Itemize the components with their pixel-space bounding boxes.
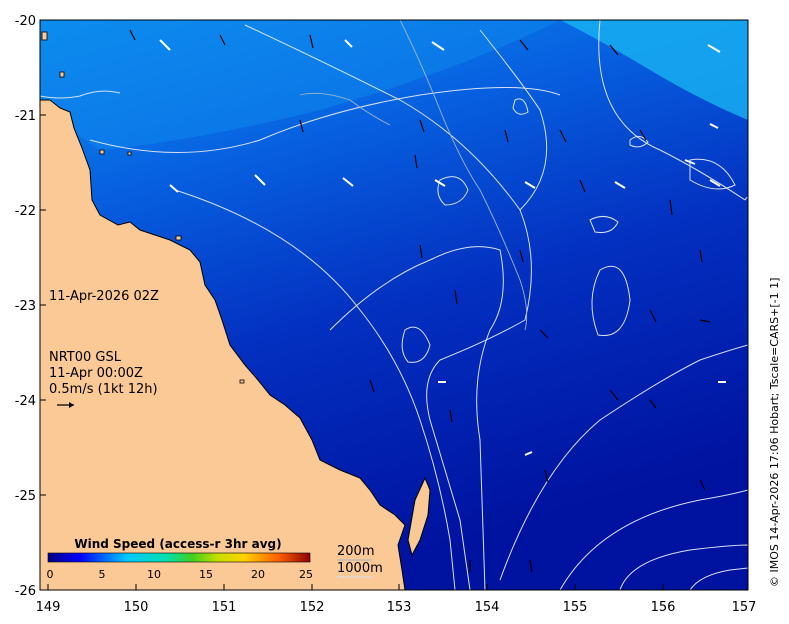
x-tick-label: 153 <box>387 600 412 615</box>
legend-200m: 200m <box>337 544 374 559</box>
y-tick-label: -21 <box>15 109 36 124</box>
scale-label: 0.5m/s (1kt 12h) <box>49 382 158 397</box>
colorbar-gradient <box>47 552 311 563</box>
y-tick-label: -25 <box>15 489 36 504</box>
y-tick-label: -23 <box>15 299 36 314</box>
map-figure: 149 150 151 152 153 154 155 156 157 -20 … <box>15 14 757 615</box>
colorbar-tick: 5 <box>99 568 106 581</box>
colorbar-tick: 25 <box>299 568 313 581</box>
x-tick-label: 149 <box>36 600 61 615</box>
colorbar-title: Wind Speed (access-r 3hr avg) <box>74 537 281 551</box>
x-tick-label: 150 <box>124 600 149 615</box>
date-label: 11-Apr-2026 02Z <box>49 289 159 304</box>
x-tick-label: 157 <box>732 600 757 615</box>
colorbar-tick: 0 <box>47 568 54 581</box>
y-axis-labels: -20 -21 -22 -23 -24 -25 -26 <box>15 14 36 599</box>
x-tick-label: 152 <box>300 600 325 615</box>
legend-1000m: 1000m <box>337 561 383 576</box>
source-time: 11-Apr 00:00Z <box>49 366 143 381</box>
y-tick-label: -22 <box>15 204 36 219</box>
map-area <box>40 20 748 590</box>
y-tick-label: -20 <box>15 14 36 29</box>
source-label: NRT00 GSL <box>49 350 121 365</box>
x-tick-label: 154 <box>475 600 500 615</box>
colorbar-tick: 15 <box>199 568 213 581</box>
y-tick-label: -24 <box>15 394 36 409</box>
x-axis-labels: 149 150 151 152 153 154 155 156 157 <box>36 600 757 615</box>
x-tick-label: 151 <box>212 600 237 615</box>
x-tick-label: 155 <box>563 600 588 615</box>
x-tick-label: 156 <box>651 600 676 615</box>
credit-text: © IMOS 14-Apr-2026 17:06 Hobart; Tscale=… <box>768 277 781 587</box>
y-tick-label: -26 <box>15 584 36 599</box>
colorbar-tick: 10 <box>147 568 161 581</box>
colorbar-tick: 20 <box>251 568 265 581</box>
